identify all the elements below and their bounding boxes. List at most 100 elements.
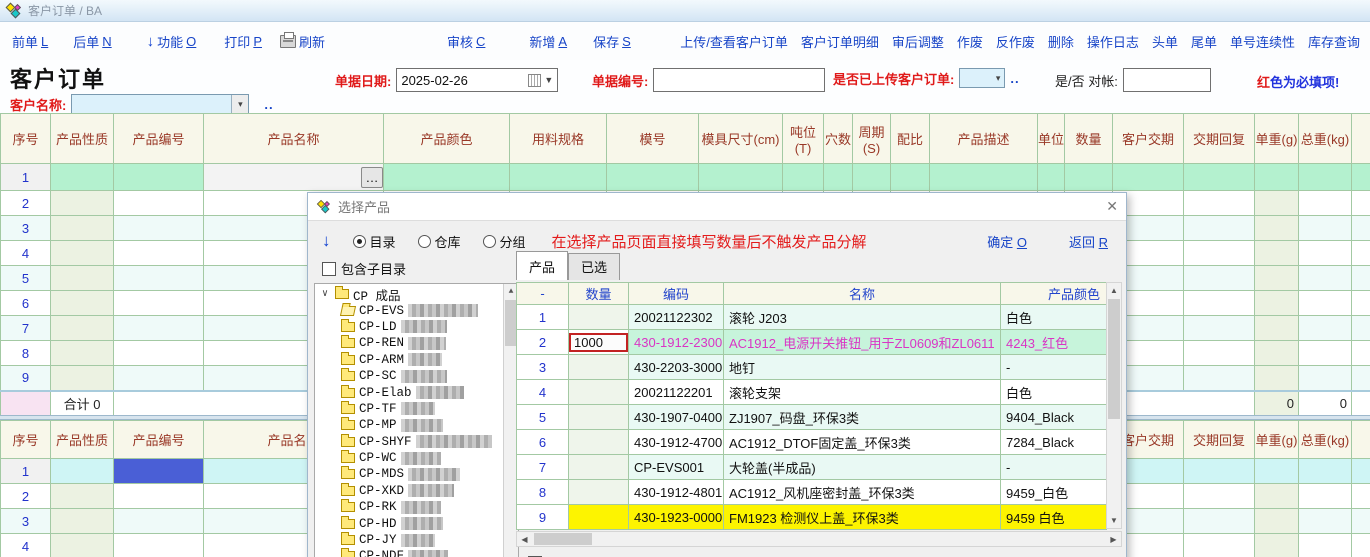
product-color-cell[interactable]: 4243_红色 <box>1001 330 1107 355</box>
scroll-down-icon[interactable]: ▼ <box>1107 513 1121 528</box>
product-color-cell[interactable]: 9404_Black <box>1001 405 1107 430</box>
customer-combo[interactable]: ▾ <box>71 94 249 114</box>
product-name-cell[interactable]: ZJ1907_码盘_环保3类 <box>724 405 1001 430</box>
product-qty-cell[interactable] <box>569 430 629 455</box>
chevron-down-icon[interactable]: ▼ <box>544 75 553 85</box>
product-code-cell[interactable]: 430-1912-4801 <box>629 480 724 505</box>
date-input[interactable]: 2025-02-26 ▼ <box>396 68 558 92</box>
product-code-cell[interactable]: 20021122302 <box>629 305 724 330</box>
tree-item[interactable]: CP-TF <box>319 401 503 417</box>
product-row[interactable]: 6 430-1912-4700 AC1912_DTOF固定盖_环保3类 7284… <box>517 430 1107 455</box>
product-qty-cell[interactable] <box>569 505 629 530</box>
combo-dropdown-button[interactable]: ▾ <box>231 95 248 113</box>
toolbar-link[interactable]: 库存查询 <box>1308 32 1360 51</box>
tree-root-item[interactable]: ∨ CP 成品 <box>319 286 503 302</box>
selected-cell[interactable] <box>114 459 204 484</box>
toolbar-link[interactable]: 删除 <box>1048 32 1074 51</box>
product-name-cell[interactable]: AC1912_电源开关推钮_用于ZL0609和ZL0611 <box>724 330 1001 355</box>
tab-selected[interactable]: 已选 <box>568 253 620 280</box>
product-name-cell[interactable]: AC1912_风机座密封盖_环保3类 <box>724 480 1001 505</box>
toolbar-link[interactable]: 头单 <box>1152 32 1178 51</box>
row-number-cell[interactable]: 9 <box>1 366 51 391</box>
product-code-cell[interactable]: CP-EVS001 <box>629 455 724 480</box>
product-qty-cell[interactable] <box>569 405 629 430</box>
scrollbar-thumb[interactable] <box>1108 299 1120 419</box>
toolbar-item-audit[interactable]: 审核C <box>447 32 485 51</box>
uploaded-more-button[interactable]: .. <box>1010 71 1019 86</box>
product-code-cell[interactable]: 430-1923-0000 <box>629 505 724 530</box>
toolbar-item-next[interactable]: 后单N <box>73 32 111 51</box>
product-row[interactable]: 1 20021122302 滚轮 J203 白色 <box>517 305 1107 330</box>
toolbar-link[interactable]: 操作日志 <box>1087 32 1139 51</box>
selected-cell[interactable] <box>114 534 204 557</box>
product-color-cell[interactable]: 9459 白色 <box>1001 505 1107 530</box>
close-icon[interactable]: ✕ <box>1106 198 1118 215</box>
product-color-cell[interactable]: 白色 <box>1001 380 1107 405</box>
confirm-button[interactable]: 确定 O <box>987 232 1027 251</box>
row-number-cell[interactable]: 4 <box>1 241 51 266</box>
row-number-cell[interactable]: 7 <box>1 316 51 341</box>
uploaded-combo[interactable]: ▾ <box>959 68 1005 88</box>
row-number-cell[interactable]: 2 <box>1 191 51 216</box>
toolbar-link[interactable]: 审后调整 <box>892 32 944 51</box>
product-qty-cell[interactable] <box>569 455 629 480</box>
product-code-cell[interactable]: 430-1912-2300 <box>629 330 724 355</box>
product-name-cell[interactable]: 滚轮支架 <box>724 380 1001 405</box>
product-row[interactable]: 3 430-2203-3000 地钉 - <box>517 355 1107 380</box>
row-number-cell[interactable]: 1 <box>1 459 51 484</box>
product-color-cell[interactable]: 9459_白色 <box>1001 480 1107 505</box>
toolbar-item-new[interactable]: 新增A <box>529 32 567 51</box>
radio-warehouse[interactable]: 仓库 <box>418 232 461 251</box>
product-table-vscrollbar[interactable]: ▲ ▼ <box>1106 282 1122 529</box>
product-qty-cell[interactable] <box>569 380 629 405</box>
scrollbar-thumb[interactable] <box>534 533 592 545</box>
calendar-icon[interactable] <box>528 74 541 87</box>
product-row[interactable]: 4 20021122201 滚轮支架 白色 <box>517 380 1107 405</box>
product-code-cell[interactable]: 20021122201 <box>629 380 724 405</box>
scroll-left-icon[interactable]: ◀ <box>517 532 532 546</box>
product-name-cell[interactable]: 滚轮 J203 <box>724 305 1001 330</box>
include-subdir-checkbox[interactable]: 包含子目录 <box>322 259 406 278</box>
tree-item[interactable]: CP-HD <box>319 515 503 531</box>
row-number-cell[interactable]: 5 <box>1 266 51 291</box>
warehouse-link[interactable]: 仓库 <box>758 554 784 557</box>
product-row-number[interactable]: 6 <box>517 430 569 455</box>
toolbar-link[interactable]: 上传/查看客户订单 <box>680 32 788 51</box>
radio-catalog[interactable]: 目录 <box>353 232 396 251</box>
row-number-cell[interactable]: 3 <box>1 509 51 534</box>
product-name-cell[interactable]: FM1923 检测仪上盖_环保3类 <box>724 505 1001 530</box>
tree-item[interactable]: CP-SC <box>319 368 503 384</box>
product-name-cell[interactable]: 地钉 <box>724 355 1001 380</box>
product-row-number[interactable]: 4 <box>517 380 569 405</box>
product-row-number[interactable]: 7 <box>517 455 569 480</box>
product-code-cell[interactable]: 430-2203-3000 <box>629 355 724 380</box>
customer-more-button[interactable]: .. <box>264 97 273 112</box>
product-color-cell[interactable]: 7284_Black <box>1001 430 1107 455</box>
qty-input[interactable]: 1000 <box>569 333 628 352</box>
tree-item[interactable]: CP-JY <box>319 532 503 548</box>
toolbar-item-refresh[interactable]: 刷新 <box>280 32 325 51</box>
product-color-cell[interactable]: - <box>1001 455 1107 480</box>
product-row-number[interactable]: 2 <box>517 330 569 355</box>
virtual-warehouse-link[interactable]: 虚拟库 <box>839 554 878 557</box>
product-code-cell[interactable]: 430-1907-0400 <box>629 405 724 430</box>
row-number-cell[interactable]: 4 <box>1 534 51 557</box>
radio-group[interactable]: 分组 <box>483 232 526 251</box>
product-qty-cell[interactable]: 1000 <box>569 330 629 355</box>
product-row-number[interactable]: 5 <box>517 405 569 430</box>
product-row-number[interactable]: 1 <box>517 305 569 330</box>
scroll-right-icon[interactable]: ▶ <box>1106 532 1121 546</box>
product-code-cell[interactable]: 430-1912-4700 <box>629 430 724 455</box>
product-row-number[interactable]: 9 <box>517 505 569 530</box>
toolbar-link[interactable]: 客户订单明细 <box>801 32 879 51</box>
product-row[interactable]: 5 430-1907-0400 ZJ1907_码盘_环保3类 9404_Blac… <box>517 405 1107 430</box>
toolbar-link[interactable]: 尾单 <box>1191 32 1217 51</box>
product-table-hscrollbar[interactable]: ◀ ▶ <box>516 531 1122 547</box>
tab-products[interactable]: 产品 <box>516 251 568 280</box>
product-qty-cell[interactable] <box>569 305 629 330</box>
toolbar-item-prev[interactable]: 前单L <box>12 32 48 51</box>
reconcile-input[interactable] <box>1123 68 1211 92</box>
row-number-cell[interactable]: 3 <box>1 216 51 241</box>
tree-item[interactable]: CP-MP <box>319 417 503 433</box>
show-molecule-checkbox[interactable]: ✓ 显示分子类信息 <box>528 554 638 557</box>
